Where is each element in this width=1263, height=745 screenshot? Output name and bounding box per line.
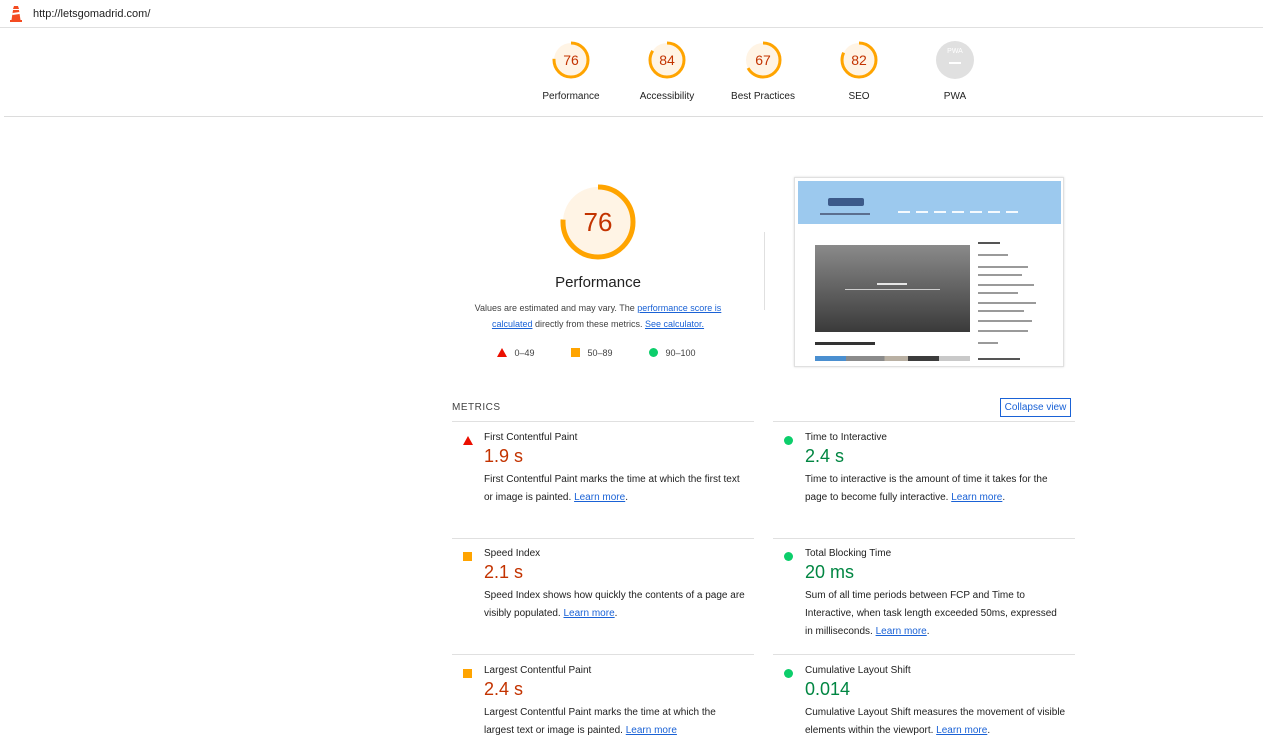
metric-description: Cumulative Layout Shift measures the mov… <box>805 707 1066 736</box>
description-text: directly from these metrics. <box>532 319 645 329</box>
legend-average: 50–89 <box>571 347 613 359</box>
thumbnail-news-strip <box>815 356 970 361</box>
learn-more-link[interactable]: Learn more <box>564 608 615 619</box>
report-url[interactable]: http://letsgomadrid.com/ <box>33 8 150 20</box>
legend-label: 0–49 <box>514 348 535 358</box>
thumbnail-header <box>798 181 1061 224</box>
metric-description: Sum of all time periods between FCP and … <box>805 590 1057 637</box>
gauge-score: 67 <box>755 52 771 68</box>
metric-value: 1.9 s <box>484 446 524 466</box>
metric-value: 2.4 s <box>805 446 845 466</box>
gauge-label: SEO <box>848 91 870 102</box>
thumbnail-nav <box>898 200 1048 213</box>
metrics-divider <box>452 421 754 422</box>
metric-title: Total Blocking Time <box>805 548 892 559</box>
metric-value: 2.4 s <box>484 679 524 699</box>
gauge-score: 82 <box>851 52 867 68</box>
metric-title: Speed Index <box>484 548 541 559</box>
average-square-icon <box>463 669 472 678</box>
thumbnail-sidebar <box>978 240 1058 365</box>
legend-pass: 90–100 <box>649 347 696 359</box>
learn-more-link[interactable]: Learn more <box>574 492 625 503</box>
gauge-best-practices[interactable]: 67 Best Practices <box>708 40 818 102</box>
thumbnail-news-heading <box>815 342 875 345</box>
metric-value: 2.1 s <box>484 562 524 582</box>
metric-value: 0.014 <box>805 679 851 699</box>
thumbnail-logo <box>828 198 864 206</box>
average-square-icon <box>571 348 580 357</box>
metric-title: Cumulative Layout Shift <box>805 665 911 676</box>
learn-more-link[interactable]: Learn more <box>951 492 1002 503</box>
final-screenshot[interactable] <box>794 177 1064 367</box>
summary-divider <box>764 232 765 310</box>
metric-title: Time to Interactive <box>805 432 887 443</box>
learn-more-link[interactable]: Learn more <box>626 725 677 736</box>
gauge-pwa[interactable]: PWA PWA <box>900 40 1010 102</box>
gauge-label: Accessibility <box>639 91 695 102</box>
legend-label: 90–100 <box>665 348 696 358</box>
learn-more-link[interactable]: Learn more <box>936 725 987 736</box>
pass-circle-icon <box>784 669 793 678</box>
collapse-view-button[interactable]: Collapse view <box>1000 398 1071 417</box>
metrics-divider <box>452 654 754 655</box>
thumbnail-slider <box>815 245 970 332</box>
thumbnail-tagline <box>820 213 870 215</box>
metric-description: Time to interactive is the amount of tim… <box>805 474 1048 503</box>
metrics-divider <box>773 421 1075 422</box>
gauge-label: Performance <box>542 91 600 102</box>
learn-more-link[interactable]: Learn more <box>876 626 927 637</box>
gauge-label: Best Practices <box>731 91 795 102</box>
metric-description: First Contentful Paint marks the time at… <box>484 474 740 503</box>
gauge-label: PWA <box>943 91 967 102</box>
description-text: Values are estimated and may vary. The <box>474 303 638 313</box>
gauge-score: 76 <box>563 52 579 68</box>
pwa-badge-text: PWA <box>947 48 963 55</box>
report-url-bar: http://letsgomadrid.com/ <box>0 0 1263 28</box>
pass-circle-icon <box>784 552 793 561</box>
lighthouse-logo-icon <box>10 6 22 22</box>
category-gauges: 76 Performance 84 Accessibility 67 Best … <box>4 28 1263 117</box>
gauge-score: 84 <box>659 52 675 68</box>
fail-triangle-icon <box>497 348 507 357</box>
metrics-divider <box>773 654 1075 655</box>
gauge-seo[interactable]: 82 SEO <box>804 40 914 102</box>
metrics-divider <box>773 538 1075 539</box>
pass-circle-icon <box>784 436 793 445</box>
average-square-icon <box>463 552 472 561</box>
metric-title: First Contentful Paint <box>484 432 578 443</box>
legend-label: 50–89 <box>587 348 613 358</box>
gauge-performance[interactable]: 76 Performance <box>516 40 626 102</box>
category-title: Performance <box>555 274 641 291</box>
performance-score-gauge: 76 <box>559 183 637 261</box>
metrics-heading: METRICS <box>452 402 501 413</box>
legend-fail: 0–49 <box>497 347 535 359</box>
gauge-accessibility[interactable]: 84 Accessibility <box>612 40 722 102</box>
metric-description: Speed Index shows how quickly the conten… <box>484 590 745 619</box>
score-description: Values are estimated and may vary. The p… <box>462 300 734 332</box>
metrics-divider <box>452 538 754 539</box>
metric-description: Largest Contentful Paint marks the time … <box>484 707 716 736</box>
pwa-dash-icon <box>949 62 961 64</box>
see-calculator-link[interactable]: See calculator. <box>645 319 704 329</box>
metric-value: 20 ms <box>805 562 855 582</box>
metric-title: Largest Contentful Paint <box>484 665 592 676</box>
performance-score: 76 <box>583 207 613 237</box>
pass-circle-icon <box>649 348 658 357</box>
fail-triangle-icon <box>463 436 473 445</box>
